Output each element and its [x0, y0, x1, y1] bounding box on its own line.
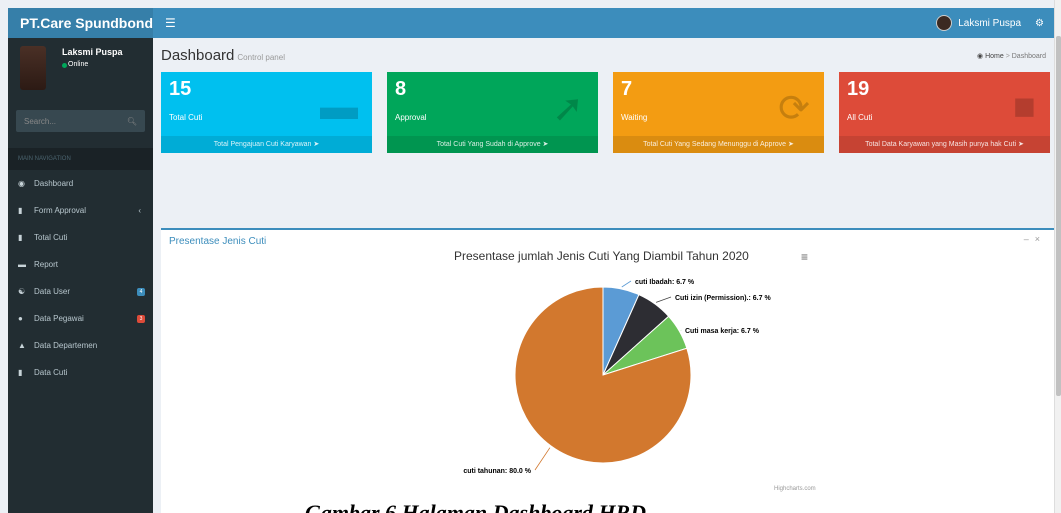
screen: PT.Care Spundbond ☰ Laksmi Puspa ⚙ Laksm… — [0, 0, 1061, 513]
share-icon: ➚ — [552, 88, 584, 130]
institution-icon: ▲ — [18, 341, 26, 350]
pie-chart: cuti Ibadah: 6.7 % Cuti izin (Permission)… — [463, 279, 771, 475]
sidebar-item-label: Report — [34, 260, 59, 269]
breadcrumb-home[interactable]: Home — [985, 53, 1004, 60]
sidebar-item-label: Data Pegawai — [34, 314, 84, 323]
pie-data-label: cuti tahunan: 80.0 % — [463, 468, 531, 475]
user-panel-status: Online — [68, 61, 89, 68]
online-status-icon — [62, 63, 67, 68]
chevron-left-icon: ‹ — [138, 206, 141, 215]
folder-icon: ▬ — [18, 260, 26, 269]
page-title-text: Dashboard — [161, 47, 235, 64]
sidebar: Laksmi Puspa Online Search... 🔍︎ MAIN NA… — [8, 38, 153, 513]
pie-connector — [534, 447, 551, 471]
user-panel: Laksmi Puspa Online — [8, 38, 153, 102]
refresh-icon: ⟳ — [778, 88, 810, 130]
user-menu-name: Laksmi Puspa — [958, 17, 1022, 29]
sidebar-item-label: Data Departemen — [34, 341, 98, 350]
data-user-badge: 4 — [137, 287, 145, 296]
search-icon[interactable]: 🔍︎ — [127, 117, 137, 126]
dashboard-icon: ◉ — [18, 179, 25, 188]
data-pegawai-badge: 3 — [137, 314, 145, 323]
page-subtitle: Control panel — [237, 53, 285, 62]
users-icon: ☯ — [18, 287, 26, 296]
info-box-label: All Cuti — [847, 113, 873, 122]
sidebar-item-form-approval[interactable]: ▮ Form Approval ‹ — [8, 197, 153, 224]
pie-connector — [621, 280, 632, 288]
info-box-value: 15 — [169, 78, 192, 100]
info-box-value: 8 — [395, 78, 407, 100]
info-box-value: 19 — [847, 78, 870, 100]
nav-header: MAIN NAVIGATION — [8, 148, 153, 170]
info-box-total-cuti: 15 Total Cuti ▬ Total Pengajuan Cuti Kar… — [161, 72, 372, 153]
sidebar-item-dashboard[interactable]: ◉ Dashboard — [8, 170, 153, 197]
info-box-footer-link[interactable]: Total Pengajuan Cuti Karyawan ➤ — [161, 136, 372, 153]
book-icon: ▮ — [18, 233, 23, 242]
sidebar-item-label: Form Approval — [34, 206, 87, 215]
user-menu[interactable]: Laksmi Puspa ⚙ — [936, 15, 1044, 31]
pie-data-label: Cuti izin (Permission).: 6.7 % — [675, 295, 771, 302]
user-panel-name: Laksmi Puspa — [62, 47, 123, 57]
info-box-footer-link[interactable]: Total Cuti Yang Sedang Menunggu di Appro… — [613, 136, 824, 153]
content-wrapper: Dashboard Control panel ◉ Home > Dashboar… — [153, 38, 1054, 513]
user-icon: ● — [18, 314, 23, 323]
figure-caption: Gambar 6 Halaman Dashboard HRD — [305, 500, 647, 513]
sidebar-item-data-cuti[interactable]: ▮ Data Cuti — [8, 359, 153, 386]
sidebar-item-label: Dashboard — [34, 179, 74, 188]
page-title: Dashboard Control panel — [161, 47, 285, 64]
sidebar-item-label: Data Cuti — [34, 368, 68, 377]
folder-icon: ▬ — [320, 86, 358, 128]
info-box-label: Waiting — [621, 113, 648, 122]
pie-data-label: Cuti masa kerja: 6.7 % — [685, 328, 760, 335]
book-icon: ▮ — [18, 368, 23, 377]
page-scrollbar[interactable] — [1054, 0, 1061, 513]
user-photo — [20, 46, 46, 90]
info-box-footer-link[interactable]: Total Cuti Yang Sudah di Approve ➤ — [387, 136, 598, 153]
sidebar-item-label: Total Cuti — [34, 233, 68, 242]
sidebar-item-label: Data User — [34, 287, 71, 296]
sidebar-item-total-cuti[interactable]: ▮ Total Cuti — [8, 224, 153, 251]
info-box-label: Approval — [395, 113, 427, 122]
sidebar-item-data-user[interactable]: ☯ Data User 4 — [8, 278, 153, 305]
home-icon: ◉ — [977, 53, 984, 60]
sidebar-item-data-departemen[interactable]: ▲ Data Departemen — [8, 332, 153, 359]
top-navbar: PT.Care Spundbond ☰ Laksmi Puspa ⚙ — [8, 8, 1054, 38]
gears-icon[interactable]: ⚙ — [1035, 18, 1044, 29]
briefcase-icon: ■ — [1013, 86, 1036, 128]
info-box-approval: 8 Approval ➚ Total Cuti Yang Sudah di Ap… — [387, 72, 598, 153]
info-box-value: 7 — [621, 78, 633, 100]
breadcrumb-current: Dashboard — [1011, 53, 1046, 60]
info-box-label: Total Cuti — [169, 113, 203, 122]
breadcrumb: ◉ Home > Dashboard — [977, 52, 1046, 60]
info-box-footer-link[interactable]: Total Data Karyawan yang Masih punya hak… — [839, 136, 1050, 153]
file-icon: ▮ — [18, 206, 23, 215]
sidebar-item-data-pegawai[interactable]: ● Data Pegawai 3 — [8, 305, 153, 332]
sidebar-item-report[interactable]: ▬ Report — [8, 251, 153, 278]
chart-credit[interactable]: Highcharts.com — [774, 486, 816, 492]
sidebar-toggle-icon[interactable]: ☰ — [165, 16, 176, 30]
avatar — [936, 15, 953, 31]
info-box-all-cuti: 19 All Cuti ■ Total Data Karyawan yang M… — [839, 72, 1050, 153]
scrollbar-thumb[interactable] — [1056, 36, 1061, 396]
chart-panel: Presentase Jenis Cuti –× Presentase juml… — [161, 228, 1054, 513]
sidebar-search[interactable]: Search... 🔍︎ — [16, 110, 145, 132]
search-input[interactable]: Search... — [24, 117, 56, 126]
pie-connector — [655, 296, 672, 303]
pie-data-label: cuti Ibadah: 6.7 % — [635, 279, 695, 286]
breadcrumb-separator: > — [1005, 53, 1010, 60]
brand-logo[interactable]: PT.Care Spundbond — [8, 8, 153, 38]
info-box-waiting: 7 Waiting ⟳ Total Cuti Yang Sedang Menun… — [613, 72, 824, 153]
